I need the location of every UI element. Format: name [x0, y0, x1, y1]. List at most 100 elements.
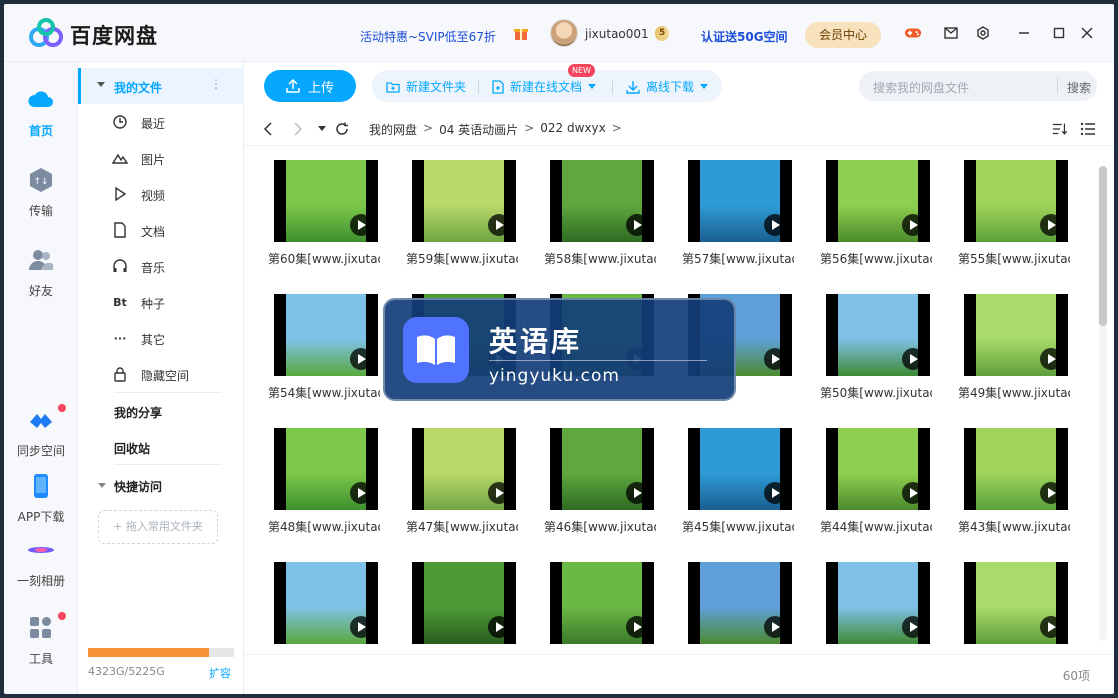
file-name[interactable]: 第45集[www.jixutao.com]	[682, 518, 794, 535]
rail-item-sync[interactable]: 同步空间	[4, 406, 78, 459]
play-icon[interactable]	[350, 616, 372, 638]
file-tile[interactable]: 第56集[www.jixutao.com]	[816, 160, 936, 284]
sidebar-item-recent[interactable]: 最近	[112, 110, 238, 136]
file-tile[interactable]: 第38集[www.jixutao.com]	[816, 562, 936, 648]
file-tile[interactable]: 第49集[www.jixutao.com]	[954, 294, 1074, 418]
username[interactable]: jixutao001	[585, 27, 649, 41]
play-icon[interactable]	[350, 214, 372, 236]
video-thumbnail[interactable]	[274, 562, 378, 644]
file-name[interactable]: 第43集[www.jixutao.com]	[958, 518, 1070, 535]
play-icon[interactable]	[902, 616, 924, 638]
new-folder-button[interactable]: 新建文件夹	[386, 78, 466, 95]
mail-icon[interactable]	[942, 24, 960, 42]
play-icon[interactable]	[764, 214, 786, 236]
play-icon[interactable]	[626, 214, 648, 236]
file-tile[interactable]: 第50集[www.jixutao.com]	[816, 294, 936, 418]
file-tile[interactable]: 第40集[www.jixutao.com]	[540, 562, 660, 648]
search-button[interactable]: 搜索	[1067, 79, 1091, 96]
file-tile[interactable]: 第57集[www.jixutao.com]	[678, 160, 798, 284]
expand-storage-link[interactable]: 扩容	[209, 665, 231, 681]
file-name[interactable]: 第60集[www.jixutao.com]	[268, 250, 380, 267]
breadcrumb-item[interactable]: 我的网盘	[369, 121, 417, 138]
sidebar-item-music[interactable]: 音乐	[112, 254, 238, 280]
sidebar-item-others[interactable]: ··· 其它	[112, 326, 238, 352]
file-tile[interactable]: 第45集[www.jixutao.com]	[678, 428, 798, 552]
play-icon[interactable]	[764, 348, 786, 370]
breadcrumb-item[interactable]: 04 英语动画片	[439, 121, 518, 138]
file-name[interactable]: 第46集[www.jixutao.com]	[544, 518, 656, 535]
rail-item-album[interactable]: 一刻相册	[4, 536, 78, 589]
sidebar-item-videos[interactable]: 视频	[112, 182, 238, 208]
video-thumbnail[interactable]	[688, 160, 792, 242]
video-thumbnail[interactable]	[274, 294, 378, 376]
play-icon[interactable]	[350, 348, 372, 370]
sidebar-item-my-share[interactable]: 我的分享	[114, 404, 162, 421]
play-icon[interactable]	[902, 348, 924, 370]
sidebar-item-torrents[interactable]: Bt 种子	[112, 290, 238, 316]
forward-icon[interactable]	[290, 121, 306, 137]
file-tile[interactable]: 第41集[www.jixutao.com]	[402, 562, 522, 648]
video-thumbnail[interactable]	[964, 294, 1068, 376]
member-center-button[interactable]: 会员中心	[805, 22, 881, 48]
play-icon[interactable]	[488, 616, 510, 638]
search-box[interactable]: 搜索我的网盘文件 搜索	[859, 71, 1097, 101]
file-name[interactable]: 第44集[www.jixutao.com]	[820, 518, 932, 535]
video-thumbnail[interactable]	[964, 428, 1068, 510]
video-thumbnail[interactable]	[826, 562, 930, 644]
file-tile[interactable]: 第43集[www.jixutao.com]	[954, 428, 1074, 552]
video-thumbnail[interactable]	[688, 428, 792, 510]
file-name[interactable]: 第49集[www.jixutao.com]	[958, 384, 1070, 401]
file-name[interactable]: 第56集[www.jixutao.com]	[820, 250, 932, 267]
play-icon[interactable]	[764, 616, 786, 638]
play-icon[interactable]	[1040, 482, 1062, 504]
play-icon[interactable]	[626, 616, 648, 638]
file-tile[interactable]: 第54集[www.jixutao.com]	[264, 294, 384, 418]
rail-item-home[interactable]: 首页	[4, 86, 78, 139]
scrollbar-thumb[interactable]	[1099, 166, 1107, 326]
video-thumbnail[interactable]	[964, 160, 1068, 242]
more-vertical-icon[interactable]: ⋮	[210, 77, 222, 91]
video-thumbnail[interactable]	[412, 428, 516, 510]
rail-item-tools[interactable]: 工具	[4, 614, 78, 667]
rail-item-transfer[interactable]: ↑↓ 传输	[4, 166, 78, 219]
file-tile[interactable]: 第48集[www.jixutao.com]	[264, 428, 384, 552]
upload-button[interactable]: 上传	[264, 70, 356, 102]
game-icon[interactable]	[904, 24, 922, 42]
play-icon[interactable]	[902, 214, 924, 236]
play-icon[interactable]	[1040, 214, 1062, 236]
file-name[interactable]: 第48集[www.jixutao.com]	[268, 518, 380, 535]
file-tile[interactable]: 第42集[www.jixutao.com]	[264, 562, 384, 648]
play-icon[interactable]	[488, 214, 510, 236]
sidebar-item-quick-access[interactable]: 快捷访问	[114, 478, 162, 495]
sidebar-item-hidden-space[interactable]: 隐藏空间	[112, 362, 238, 388]
video-thumbnail[interactable]	[412, 160, 516, 242]
refresh-icon[interactable]	[334, 121, 350, 137]
rail-item-friends[interactable]: 好友	[4, 246, 78, 299]
video-thumbnail[interactable]	[826, 294, 930, 376]
video-thumbnail[interactable]	[688, 562, 792, 644]
settings-icon[interactable]	[974, 24, 992, 42]
cert-link[interactable]: 认证送50G空间	[701, 28, 788, 45]
play-icon[interactable]	[626, 482, 648, 504]
video-thumbnail[interactable]	[964, 562, 1068, 644]
play-icon[interactable]	[350, 482, 372, 504]
video-thumbnail[interactable]	[550, 428, 654, 510]
play-icon[interactable]	[1040, 348, 1062, 370]
file-name[interactable]: 第54集[www.jixutao.com]	[268, 384, 380, 401]
maximize-icon[interactable]	[1050, 24, 1068, 42]
close-icon[interactable]	[1078, 24, 1096, 42]
play-icon[interactable]	[488, 482, 510, 504]
file-name[interactable]: 第58集[www.jixutao.com]	[544, 250, 656, 267]
minimize-icon[interactable]	[1015, 24, 1033, 42]
file-tile[interactable]: 第55集[www.jixutao.com]	[954, 160, 1074, 284]
video-thumbnail[interactable]	[826, 428, 930, 510]
back-icon[interactable]	[260, 121, 276, 137]
avatar[interactable]	[550, 19, 578, 47]
caret-down-icon[interactable]	[98, 483, 106, 488]
file-name[interactable]: 第50集[www.jixutao.com]	[820, 384, 932, 401]
sidebar-item-documents[interactable]: 文档	[112, 218, 238, 244]
file-tile[interactable]: 第44集[www.jixutao.com]	[816, 428, 936, 552]
sidebar-item-recycle-bin[interactable]: 回收站	[114, 440, 150, 457]
breadcrumb-item[interactable]: 022 dwxyx	[540, 121, 605, 138]
video-thumbnail[interactable]	[274, 160, 378, 242]
